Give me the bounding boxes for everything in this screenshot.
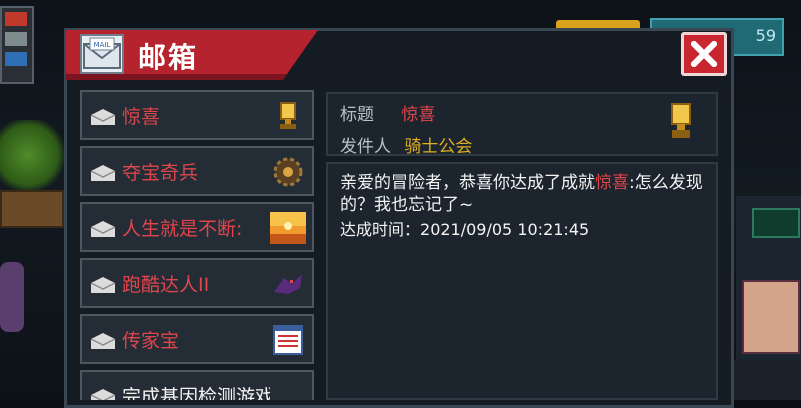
golden-trophy-icon [280,102,296,129]
envelope-icon [90,333,116,349]
envelope-icon [90,221,116,237]
hud-status-bars [0,6,34,84]
mail-item-life[interactable]: 人生就是不断: [80,202,314,252]
mail-item-label: 完成基因检测游戏 [122,386,270,400]
mail-item-treasure[interactable]: 夺宝奇兵 [80,146,314,196]
mail-item-label: 人生就是不断: [122,218,243,240]
mail-list[interactable]: 惊喜 夺宝奇兵 人生就是不断: 跑酷达人II 传家宝 完成基因检测游戏 [80,90,316,400]
subject-row: 标题 惊喜 [340,100,435,125]
plant-decoration [0,120,70,190]
bronze-gear-icon [273,157,303,187]
time-value: 2021/09/05 10:21:45 [420,220,590,239]
creature-sprite [0,262,24,332]
background-screen [752,208,800,238]
body-prefix: 亲爱的冒险者，恭喜你达成了成就 [340,173,595,193]
envelope-icon [90,389,116,400]
hud-gem-value: 59 [755,26,776,45]
envelope-icon [90,109,116,125]
close-button[interactable] [681,32,727,76]
document-grid-icon [273,325,303,355]
purple-creature-icon [274,274,302,294]
time-label: 达成时间： [340,220,421,239]
body-highlight: 惊喜 [595,173,629,193]
mail-item-gene-test[interactable]: 完成基因检测游戏 [80,370,314,400]
mail-item-label: 跑酷达人II [122,274,210,296]
close-icon [691,41,717,67]
crate-decoration [0,190,64,228]
mail-item-label: 惊喜 [122,106,161,128]
mail-body-text: 亲爱的冒险者，恭喜你达成了成就惊喜:怎么发现的？我也忘记了~ [340,172,710,216]
envelope-icon [90,165,116,181]
subject-label: 标题 [340,105,374,125]
npc-sprite [742,280,800,354]
subject-value: 惊喜 [401,105,436,125]
mail-envelope-icon: MAIL [80,34,124,74]
achievement-time: 达成时间：2021/09/05 10:21:45 [340,216,589,240]
sender-label: 发件人 [340,137,391,157]
svg-text:MAIL: MAIL [94,41,111,49]
sender-row: 发件人 骑士公会 [340,132,472,157]
mail-item-label: 夺宝奇兵 [122,162,199,184]
mail-item-surprise[interactable]: 惊喜 [80,90,314,140]
envelope-icon [90,277,116,293]
mail-item-label: 传家宝 [122,330,180,352]
sunset-desert-icon [270,212,306,244]
sender-value: 骑士公会 [404,137,473,157]
mailbox-title: 邮箱 [138,41,199,74]
mail-item-parkour[interactable]: 跑酷达人II [80,258,314,308]
mail-item-heirloom[interactable]: 传家宝 [80,314,314,364]
golden-trophy-icon [671,103,691,138]
